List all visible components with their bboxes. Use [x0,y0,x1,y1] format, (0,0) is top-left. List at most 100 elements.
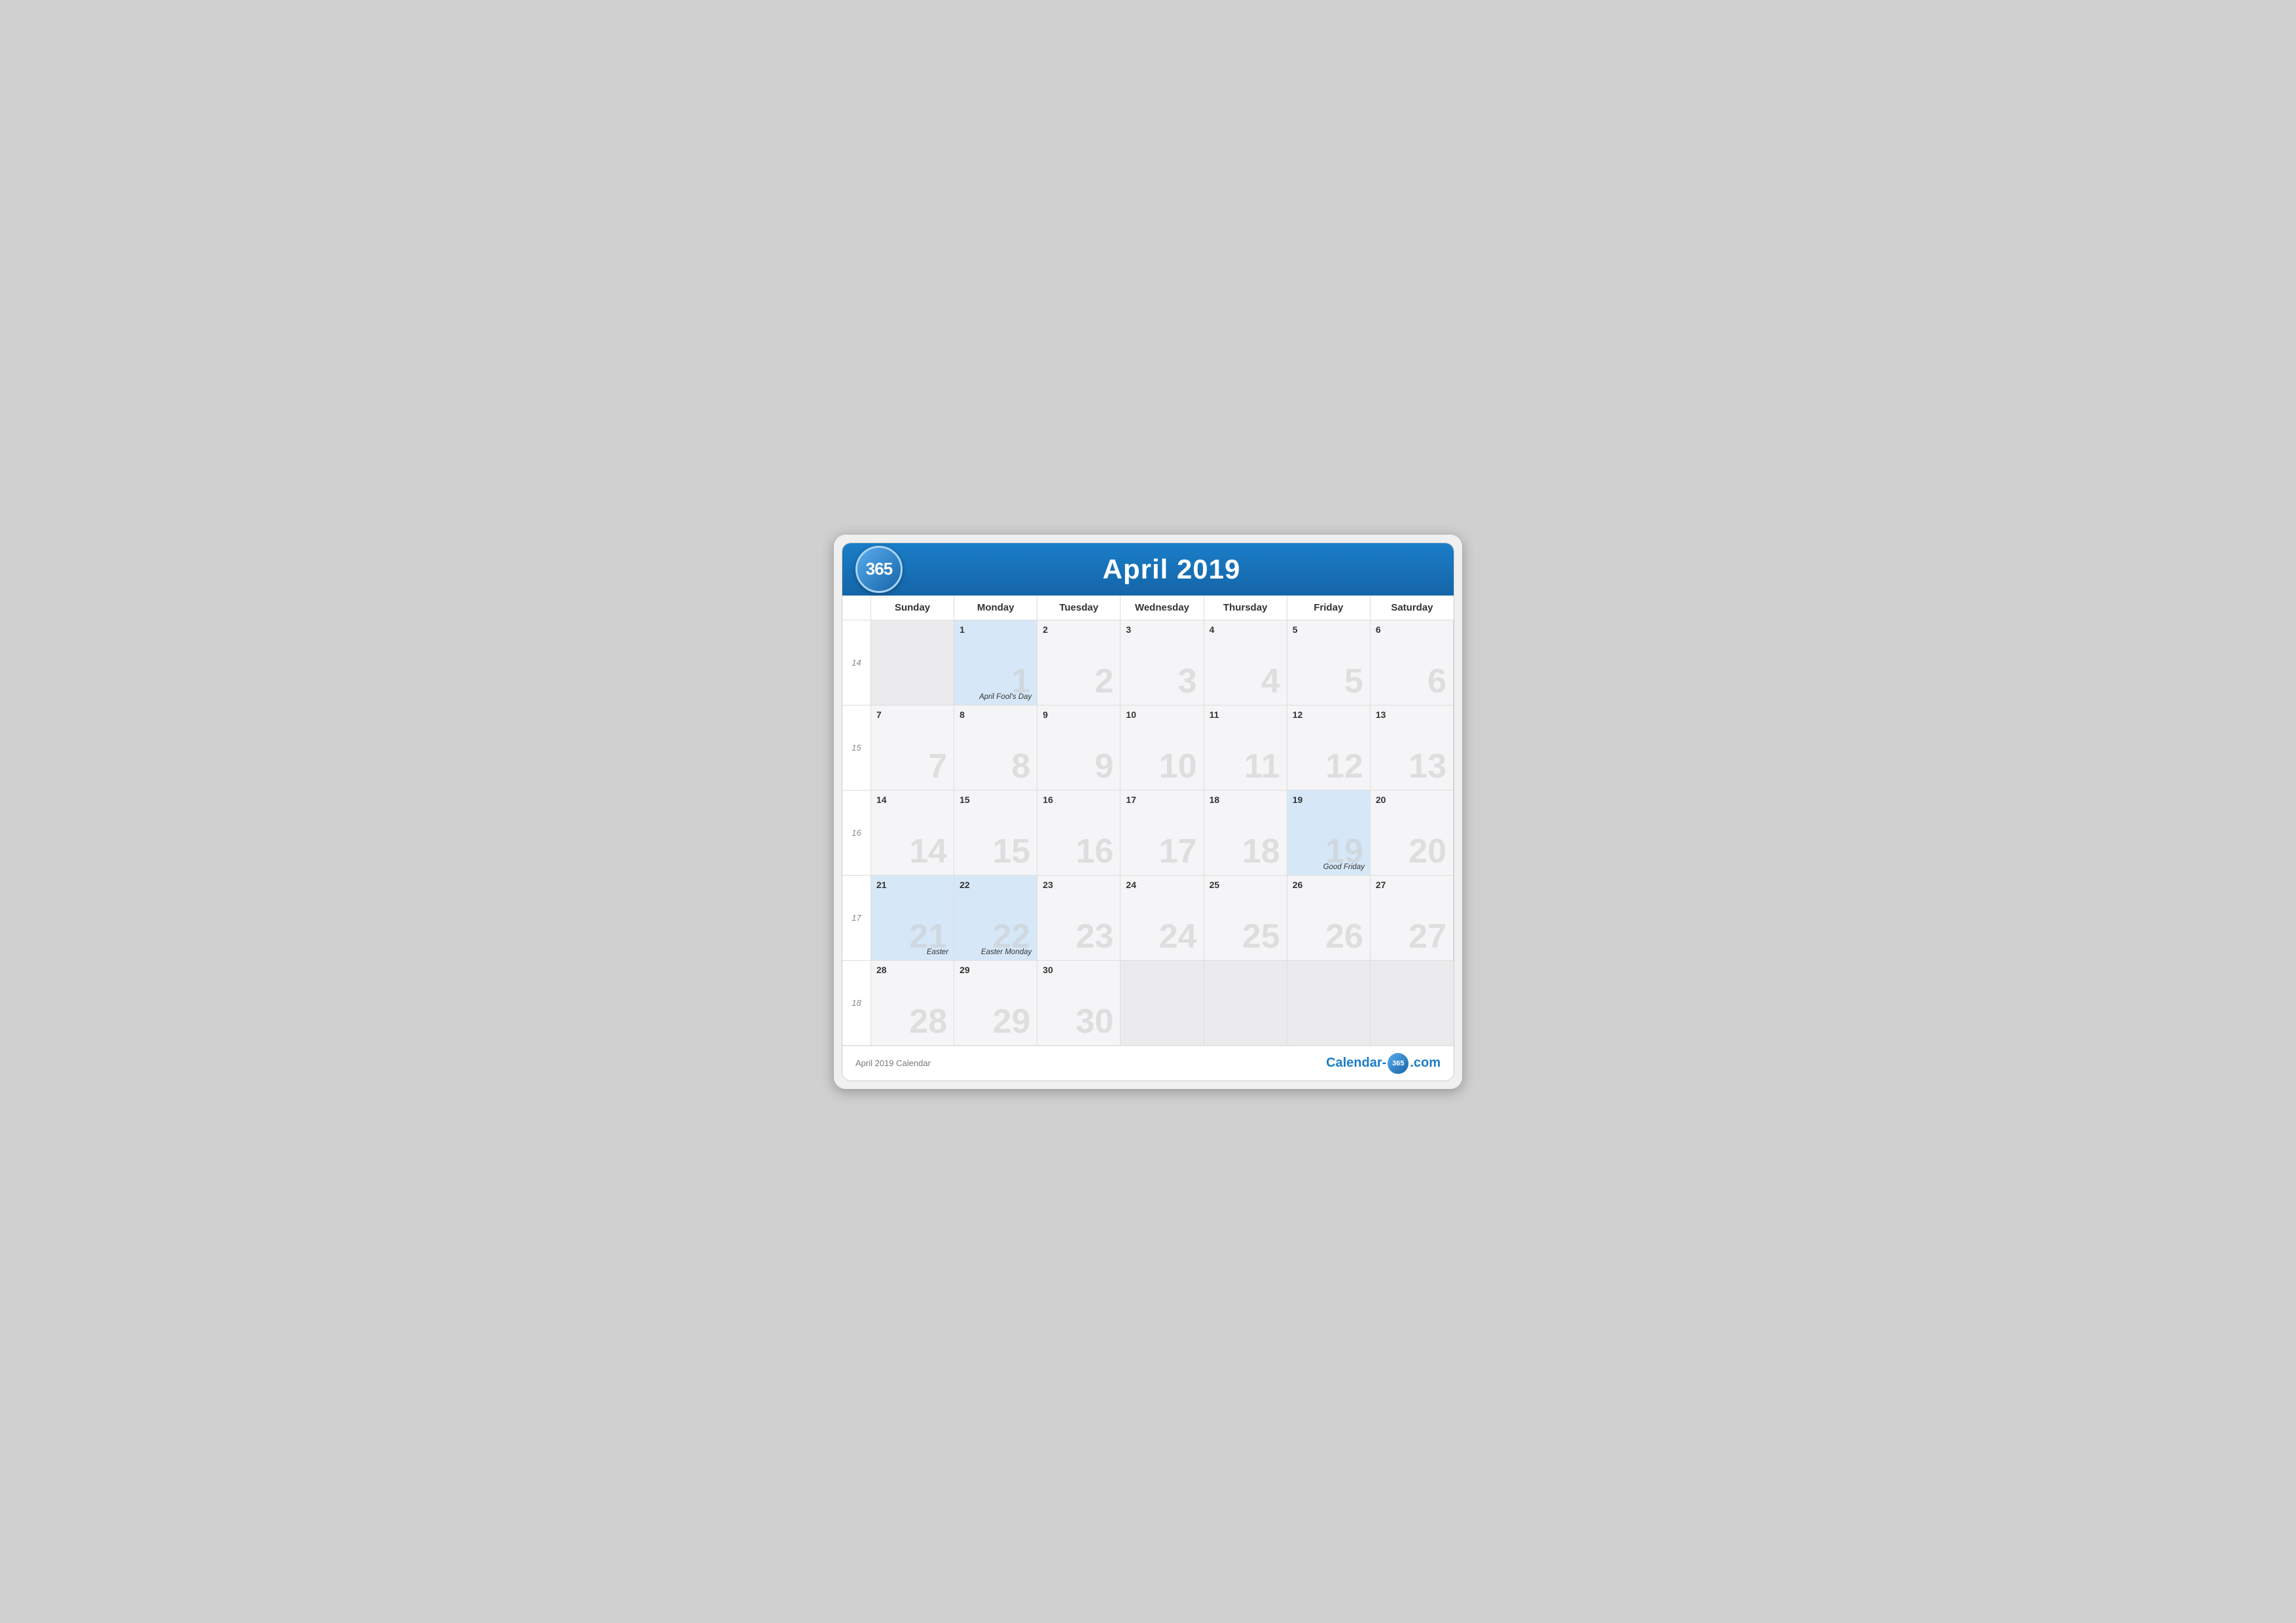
day-watermark: 7 [928,749,947,783]
day-number: 18 [1210,794,1220,805]
header-title: April 2019 [903,554,1441,585]
day-cell-13: 13 13 [1371,705,1454,791]
day-cell-7: 77 [871,705,954,791]
week-number-16: 16 [842,791,871,876]
day-number: 8 [960,709,965,720]
day-number: 13 [1376,709,1386,720]
day-number: 14 [876,794,887,805]
day-number: 6 [1376,624,1381,635]
day-number: 17 [1126,794,1136,805]
day-cell-empty [1371,961,1454,1046]
day-number: 19 [1293,794,1303,805]
day-watermark: 13 [1408,749,1446,783]
day-header-sunday: Sunday [871,596,954,620]
day-cell-empty [1204,961,1287,1046]
day-watermark: 5 [1344,664,1363,698]
day-watermark: 24 [1159,919,1197,954]
day-cell-14: 1414 [871,791,954,876]
week-number-15: 15 [842,705,871,791]
day-cell-30: 3030 [1037,961,1121,1046]
day-cell-19: 1919Good Friday [1287,791,1371,876]
day-number: 24 [1126,880,1136,890]
calendar-container: 365 April 2019 SundayMondayTuesdayWednes… [842,543,1454,1081]
day-number: 5 [1293,624,1298,635]
day-watermark: 28 [909,1005,947,1039]
day-number: 7 [876,709,882,720]
day-cell-6: 66 [1371,620,1454,705]
day-number: 4 [1210,624,1215,635]
day-cell-empty [871,620,954,705]
day-watermark: 11 [1244,749,1280,783]
day-number: 2 [1043,624,1048,635]
day-number: 30 [1043,965,1053,975]
day-header-friday: Friday [1287,596,1371,620]
day-watermark: 26 [1325,919,1363,954]
day-cell-18: 1818 [1204,791,1287,876]
day-number: 22 [960,880,970,890]
day-number: 23 [1043,880,1053,890]
day-cell-28: 28 28 [871,961,954,1046]
day-number: 20 [1376,794,1386,805]
week-number-header-empty [842,596,871,620]
day-cell-16: 1616 [1037,791,1121,876]
day-number: 1 [960,624,965,635]
day-header-saturday: Saturday [1371,596,1454,620]
day-cell-1: 11April Fool's Day [954,620,1037,705]
day-watermark: 3 [1178,664,1197,698]
footer-brand-badge: 365 [1388,1053,1408,1074]
day-cell-15: 1515 [954,791,1037,876]
day-headers-row: SundayMondayTuesdayWednesdayThursdayFrid… [842,596,1454,620]
day-watermark: 25 [1242,919,1280,954]
day-number: 28 [876,965,887,975]
day-watermark: 6 [1427,664,1446,698]
calendar-wrapper: 365 April 2019 SundayMondayTuesdayWednes… [834,535,1462,1089]
day-cell-12: 12 12 [1287,705,1371,791]
day-number: 3 [1126,624,1131,635]
day-header-monday: Monday [954,596,1037,620]
day-cell-26: 26 26 [1287,876,1371,961]
week-number-14: 14 [842,620,871,705]
day-number: 11 [1210,709,1219,720]
day-cell-4: 44 [1204,620,1287,705]
day-cell-29: 29 29 [954,961,1037,1046]
day-cell-9: 99 [1037,705,1121,791]
day-event: Good Friday [1323,863,1365,871]
day-number: 10 [1126,709,1136,720]
day-watermark: 8 [1011,749,1030,783]
day-header-wednesday: Wednesday [1121,596,1204,620]
day-watermark: 10 [1159,749,1197,783]
day-event: Easter Monday [981,948,1031,956]
day-number: 29 [960,965,970,975]
day-event: Easter [927,948,948,956]
day-number: 16 [1043,794,1053,805]
day-cell-24: 24 24 [1121,876,1204,961]
day-number: 26 [1293,880,1303,890]
footer-brand-suffix: .com [1410,1056,1441,1071]
day-number: 21 [876,880,887,890]
day-cell-empty [1121,961,1204,1046]
day-cell-5: 55 [1287,620,1371,705]
day-cell-22: 2222Easter Monday [954,876,1037,961]
day-cell-25: 2525 [1204,876,1287,961]
day-cell-11: 11 11 [1204,705,1287,791]
day-number: 27 [1376,880,1386,890]
day-watermark: 29 [992,1005,1030,1039]
day-watermark: 12 [1325,749,1363,783]
day-watermark: 27 [1408,919,1446,954]
footer-brand-prefix: Calendar- [1326,1056,1386,1071]
day-cell-21: 2121Easter [871,876,954,961]
day-watermark: 2 [1095,664,1114,698]
day-watermark: 9 [1095,749,1114,783]
day-cell-10: 10 10 [1121,705,1204,791]
footer-brand: Calendar- 365 .com [1326,1053,1441,1074]
day-cell-empty [1287,961,1371,1046]
day-number: 12 [1293,709,1303,720]
day-cell-20: 2020 [1371,791,1454,876]
week-number-18: 18 [842,961,871,1046]
day-cell-27: 27 27 [1371,876,1454,961]
day-number: 9 [1043,709,1048,720]
day-cell-17: 1717 [1121,791,1204,876]
day-cell-23: 23 23 [1037,876,1121,961]
day-watermark: 23 [1076,919,1114,954]
footer-caption: April 2019 Calendar [855,1058,931,1068]
